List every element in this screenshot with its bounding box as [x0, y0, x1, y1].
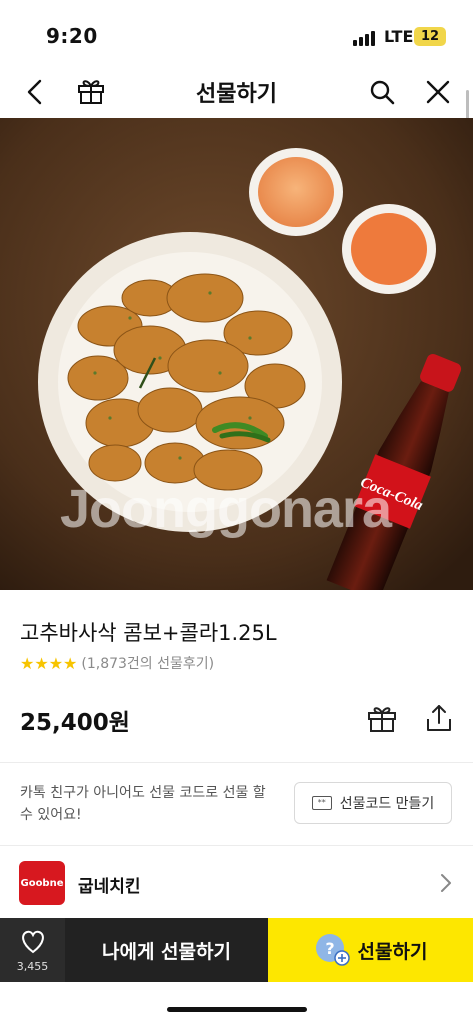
close-icon[interactable]	[424, 78, 452, 106]
star-rating-icon: ★★★★	[20, 653, 78, 673]
search-icon[interactable]	[368, 78, 396, 106]
signal-icon	[353, 30, 379, 46]
rating-row[interactable]: ★★★★ (1,873건의 선물후기)	[20, 653, 214, 673]
create-gift-code-button[interactable]: ** 선물코드 만들기	[294, 782, 452, 824]
like-button[interactable]: 3,455	[0, 918, 65, 982]
bottom-action-bar: 3,455 나에게 선물하기 ? 선물하기	[0, 918, 473, 982]
code-icon: **	[311, 796, 332, 810]
add-friend-gift-icon: ?	[315, 934, 350, 966]
status-time: 9:20	[46, 24, 98, 48]
network-label: LTE	[384, 27, 414, 46]
svg-text:?: ?	[325, 939, 334, 958]
gift-to-self-label: 나에게 선물하기	[102, 940, 231, 963]
status-bar: 9:20 LTE 12	[0, 0, 473, 66]
gift-button[interactable]: ? 선물하기	[268, 918, 473, 982]
watermark: Joonggonara	[60, 479, 392, 539]
divider	[0, 762, 473, 763]
product-price: 25,400원	[20, 710, 130, 736]
page-title: 선물하기	[196, 82, 277, 107]
gift-to-self-button[interactable]: 나에게 선물하기	[65, 918, 268, 982]
gift-icon[interactable]	[366, 702, 398, 734]
like-count: 3,455	[16, 960, 49, 973]
product-image[interactable]: Coca-Cola Joonggonara	[0, 118, 473, 590]
brand-logo: Goobne	[19, 861, 65, 905]
battery-icon: 12	[414, 27, 446, 46]
brand-row[interactable]: Goobne 굽네치킨	[0, 846, 473, 918]
brand-name: 굽네치킨	[78, 877, 141, 897]
share-icon[interactable]	[424, 702, 454, 734]
gift-label: 선물하기	[357, 940, 428, 963]
brand-logo-text: Goobne	[20, 877, 64, 889]
home-indicator	[167, 1007, 307, 1012]
nav-bar: 선물하기	[0, 66, 473, 118]
battery-level: 12	[420, 29, 440, 44]
gift-code-description: 카톡 친구가 아니어도 선물 코드로 선물 할 수 있어요!	[20, 785, 266, 823]
create-gift-code-label: 선물코드 만들기	[339, 796, 435, 812]
product-name: 고추바사삭 콤보+콜라1.25L	[20, 621, 277, 645]
chevron-right-icon	[441, 874, 451, 892]
review-count[interactable]: (1,873건의 선물후기)	[81, 653, 214, 673]
heart-icon	[22, 930, 44, 954]
